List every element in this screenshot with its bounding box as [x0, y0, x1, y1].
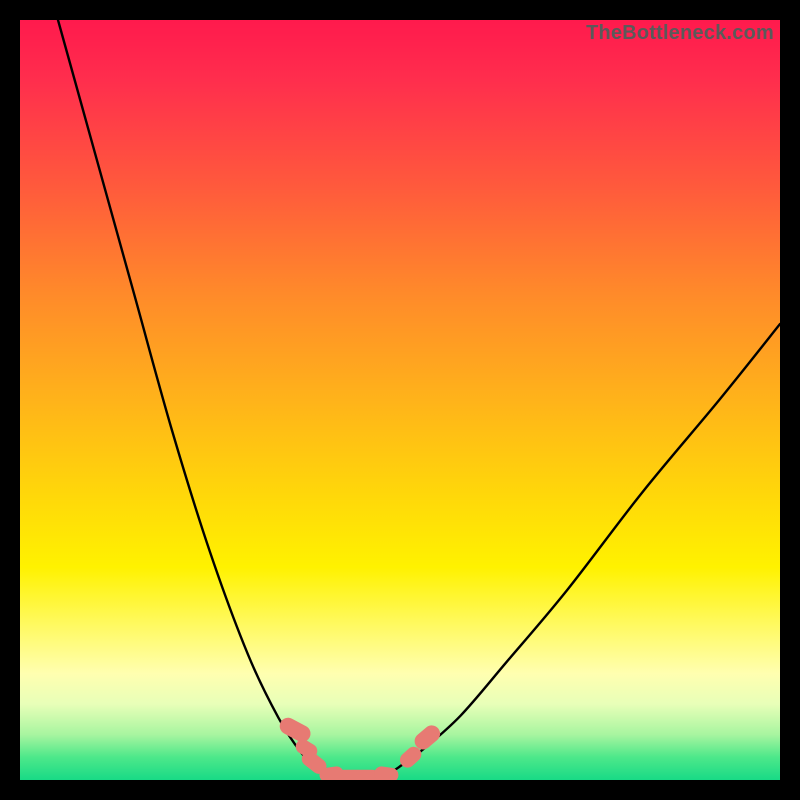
curve-marker	[277, 715, 314, 745]
line-layer	[58, 20, 780, 777]
chart-frame: TheBottleneck.com	[0, 0, 800, 800]
watermark-text: TheBottleneck.com	[586, 22, 774, 45]
marker-layer	[277, 715, 444, 780]
curve-marker	[373, 765, 399, 780]
curve-marker	[337, 770, 380, 780]
bottleneck-curve	[58, 20, 780, 777]
chart-svg	[20, 20, 780, 780]
